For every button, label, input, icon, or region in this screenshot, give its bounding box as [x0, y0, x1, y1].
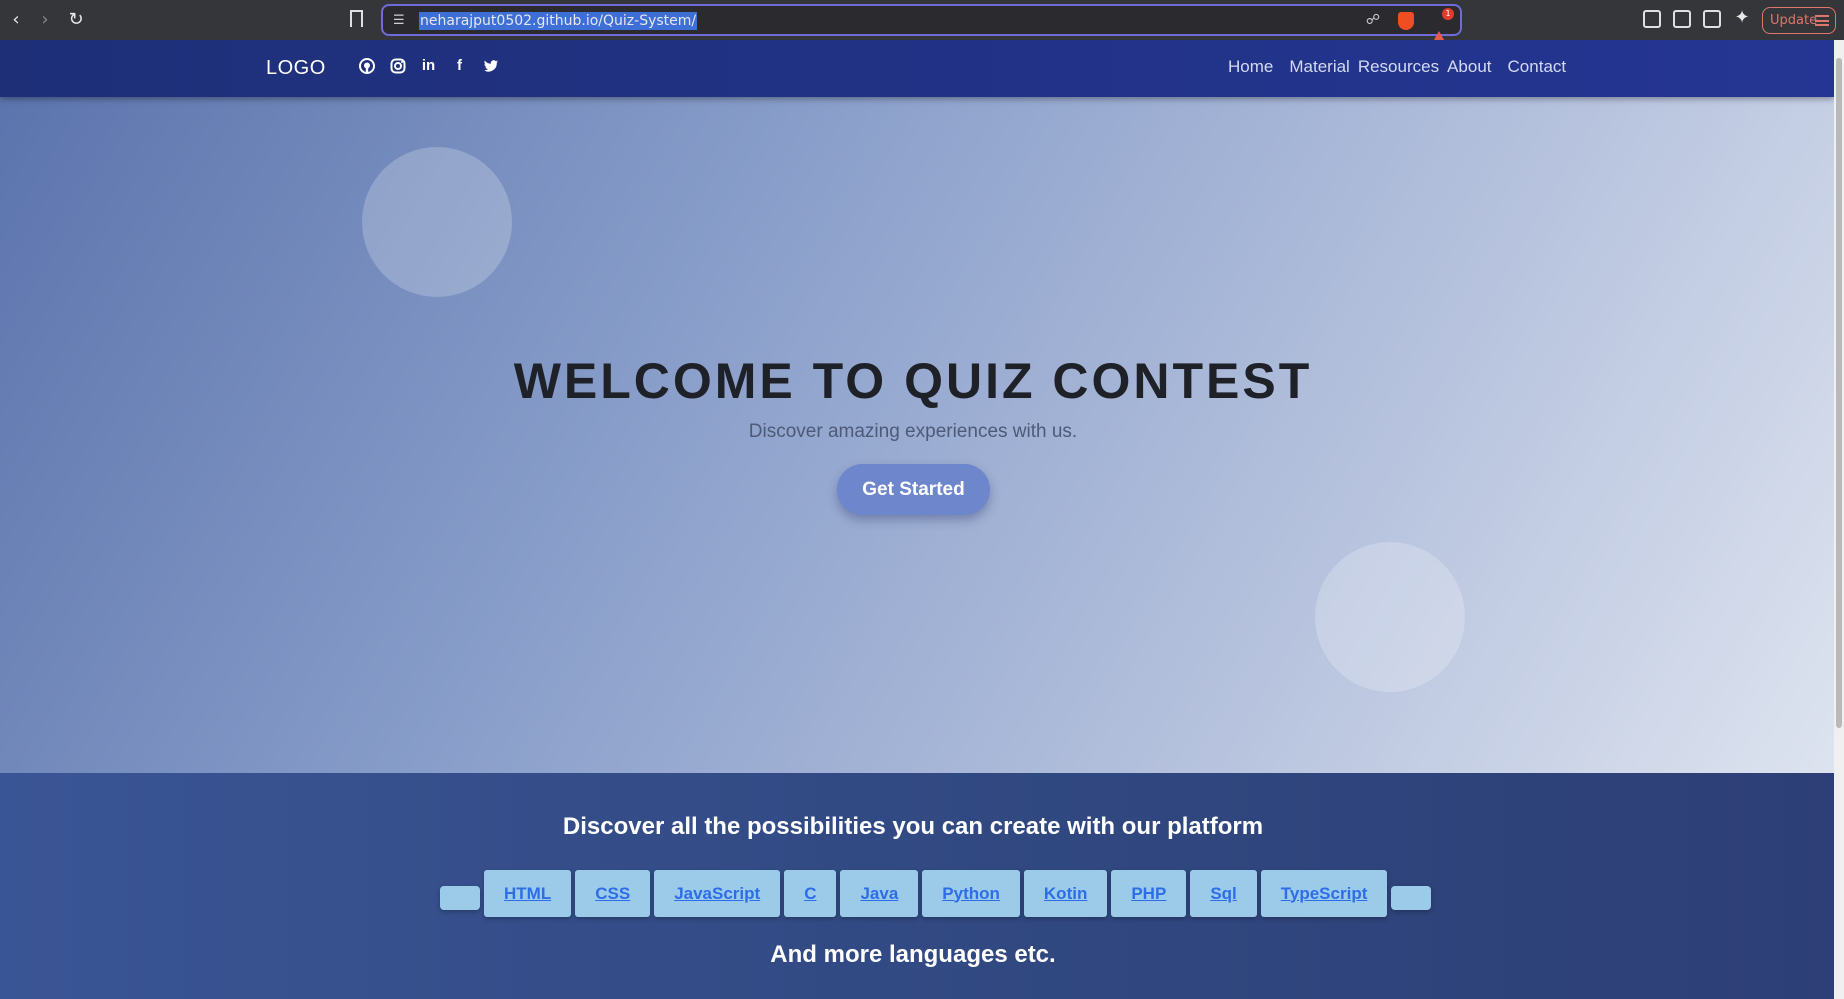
language-link-typescript[interactable]: TypeScript: [1281, 884, 1368, 904]
language-chip: TypeScript: [1260, 870, 1388, 917]
language-link-sql[interactable]: Sql: [1210, 884, 1236, 904]
language-list: HTML CSS JavaScript C Java Python Kotin …: [440, 870, 1432, 917]
browser-toolbar: ‹ › ↻ ☰ neharajput0502.github.io/Quiz-Sy…: [0, 0, 1844, 47]
bookmark-icon[interactable]: [350, 10, 363, 27]
language-link-html[interactable]: HTML: [504, 884, 551, 904]
get-started-button[interactable]: Get Started: [837, 464, 990, 515]
language-chip: C: [784, 870, 837, 917]
language-chip: HTML: [484, 870, 572, 917]
languages-section: Discover all the possibilities you can c…: [0, 773, 1834, 999]
site-settings-icon[interactable]: ☰: [393, 13, 405, 28]
language-chip: Sql: [1190, 870, 1257, 917]
wallet-icon[interactable]: [1703, 10, 1721, 28]
language-link-css[interactable]: CSS: [595, 884, 630, 904]
update-label: Update: [1770, 13, 1818, 28]
nav-material-link[interactable]: Material: [1289, 57, 1349, 77]
update-button[interactable]: Update: [1762, 7, 1836, 34]
language-link-javascript[interactable]: JavaScript: [674, 884, 760, 904]
hero-section: WELCOME TO QUIZ CONTEST Discover amazing…: [0, 97, 1834, 773]
page-viewport: LOGO in f Home Material Resources About …: [0, 40, 1834, 999]
language-chip: Kotin: [1023, 870, 1108, 917]
leo-ai-icon[interactable]: ✦: [1730, 6, 1754, 30]
rewards-badge: 1: [1442, 8, 1454, 20]
carousel-prev-button[interactable]: [440, 886, 480, 910]
reload-icon[interactable]: ↻: [64, 8, 88, 32]
nav-contact-link[interactable]: Contact: [1508, 57, 1567, 77]
linkedin-icon[interactable]: in: [420, 57, 437, 74]
facebook-icon[interactable]: f: [451, 57, 468, 74]
address-bar[interactable]: ☰ neharajput0502.github.io/Quiz-System/ …: [381, 4, 1462, 47]
share-icon[interactable]: ☍: [1366, 12, 1380, 28]
carousel-next-button[interactable]: [1391, 886, 1432, 910]
more-languages-text: And more languages etc.: [770, 941, 1056, 968]
decorative-circle: [1315, 542, 1465, 692]
site-navbar: LOGO in f Home Material Resources About …: [0, 40, 1834, 97]
back-icon[interactable]: ‹: [4, 8, 28, 32]
decorative-circle: [362, 147, 512, 297]
hero-subtitle: Discover amazing experiences with us.: [748, 421, 1078, 442]
nav-about-link[interactable]: About: [1447, 57, 1491, 77]
brave-shields-icon[interactable]: [1398, 12, 1414, 30]
language-link-java[interactable]: Java: [860, 884, 898, 904]
language-chip: Python: [922, 870, 1020, 917]
extensions-icon[interactable]: [1643, 10, 1661, 28]
brave-rewards-icon[interactable]: 1: [1430, 8, 1454, 47]
main-menu: Home Material Resources About Contact: [1228, 57, 1566, 77]
language-link-php[interactable]: PHP: [1131, 884, 1166, 904]
instagram-icon[interactable]: [389, 57, 406, 74]
language-link-python[interactable]: Python: [942, 884, 1000, 904]
hero-title: WELCOME TO QUIZ CONTEST: [513, 353, 1313, 409]
github-icon[interactable]: [358, 57, 375, 74]
social-links: in f: [358, 57, 499, 74]
sidebar-icon[interactable]: [1673, 10, 1691, 28]
nav-home-link[interactable]: Home: [1228, 57, 1273, 77]
language-link-c[interactable]: C: [804, 884, 816, 904]
languages-heading: Discover all the possibilities you can c…: [562, 813, 1264, 840]
page-scrollbar[interactable]: [1834, 40, 1844, 999]
forward-icon[interactable]: ›: [33, 8, 57, 32]
menu-icon: [1815, 15, 1829, 26]
twitter-icon[interactable]: [482, 57, 499, 74]
language-chip: CSS: [575, 870, 651, 917]
language-link-kotin[interactable]: Kotin: [1044, 884, 1087, 904]
scrollbar-thumb[interactable]: [1836, 58, 1842, 728]
language-chip: PHP: [1111, 870, 1187, 917]
nav-resources-link[interactable]: Resources: [1358, 57, 1439, 77]
address-url[interactable]: neharajput0502.github.io/Quiz-System/: [419, 12, 698, 30]
language-chip: Java: [840, 870, 919, 917]
site-logo[interactable]: LOGO: [266, 57, 326, 80]
language-chip: JavaScript: [654, 870, 781, 917]
